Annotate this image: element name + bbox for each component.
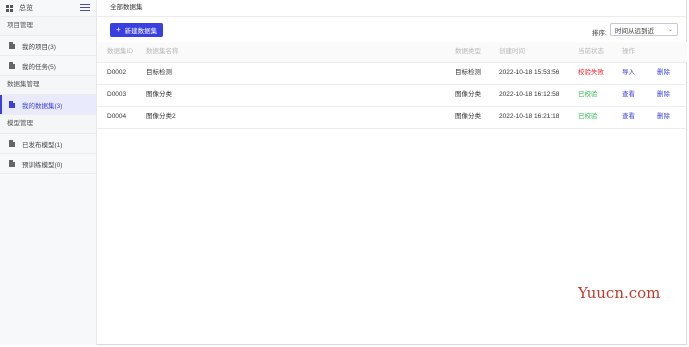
sidebar-section-title: 模型管理 [0, 115, 96, 134]
table-header: 数据集ID 数据集名称 数据类型 创建时间 当前状态 操作 [97, 42, 687, 63]
sort-label: 排序: [592, 30, 607, 37]
file-icon [9, 160, 15, 167]
sidebar-item-label: 我的任务(5) [22, 63, 56, 71]
sidebar-title: 总览 [19, 5, 33, 12]
status-badge: 校验失败 [578, 69, 604, 76]
cell-type: 图像分类 [455, 113, 481, 120]
header-time: 创建时间 [499, 48, 525, 55]
sidebar-section-title: 项目管理 [0, 17, 96, 36]
action-link-primary[interactable]: 查看 [622, 107, 635, 127]
sidebar-header[interactable]: 总览 [0, 0, 96, 17]
collapse-menu-icon[interactable] [80, 4, 90, 12]
header-name: 数据集名称 [146, 48, 179, 55]
sidebar-item[interactable]: 我的数据集(3) [0, 95, 96, 115]
header-actions: 操作 [622, 48, 635, 55]
file-icon [9, 62, 15, 69]
action-link-primary[interactable]: 查看 [622, 85, 635, 105]
delete-link[interactable]: 删除 [657, 107, 670, 127]
action-link-primary[interactable]: 导入 [622, 63, 635, 83]
file-icon [9, 101, 15, 108]
cell-name: 目标检测 [146, 69, 172, 76]
sidebar-item[interactable]: 预训练模型(0) [0, 154, 96, 174]
status-badge: 已校验 [578, 113, 598, 120]
cell-time: 2022-10-18 15:53:56 [499, 69, 560, 76]
sidebar-item[interactable]: 我的项目(3) [0, 36, 96, 56]
dataset-table: 数据集ID 数据集名称 数据类型 创建时间 当前状态 操作 D0002 目标检测 目… [97, 42, 687, 129]
delete-link[interactable]: 删除 [657, 63, 670, 83]
header-type: 数据类型 [455, 48, 481, 55]
sidebar-item-label: 已发布模型(1) [22, 141, 63, 149]
cell-time: 2022-10-18 16:21:18 [499, 113, 560, 120]
grid-icon [6, 4, 13, 12]
breadcrumb: 全部数据集 [97, 0, 687, 17]
cell-time: 2022-10-18 16:12:58 [499, 91, 560, 98]
cell-type: 图像分类 [455, 91, 481, 98]
table-row: D0004 图像分类2 图像分类 2022-10-18 16:21:18 已校验 查看 删除 [97, 107, 687, 129]
new-dataset-button[interactable]: + 新建数据集 [110, 23, 164, 37]
cell-id: D0002 [107, 69, 127, 76]
sidebar-item-label: 我的数据集(3) [22, 102, 63, 110]
sidebar-item[interactable]: 我的任务(5) [0, 56, 96, 76]
sort-select[interactable]: 时间从远到近 ⌄ [610, 23, 678, 36]
cell-id: D0003 [107, 91, 127, 98]
sidebar: 总览 项目管理我的项目(3) 我的任务(5) 数据集管理我的数据集(3) 模型管理已发… [0, 0, 97, 345]
plus-icon: + [116, 25, 121, 34]
new-dataset-label: 新建数据集 [124, 28, 158, 35]
chevron-down-icon: ⌄ [667, 27, 673, 33]
sidebar-item-label: 预训练模型(0) [22, 161, 63, 169]
header-id: 数据集ID [107, 48, 133, 55]
cell-name: 图像分类2 [146, 113, 176, 120]
table-row: D0002 目标检测 目标检测 2022-10-18 15:53:56 校验失败 导入 删除 [97, 63, 687, 85]
toolbar: + 新建数据集 排序: 时间从远到近 ⌄ [97, 17, 687, 43]
file-icon [9, 42, 15, 49]
status-badge: 已校验 [578, 91, 598, 98]
header-status: 当前状态 [578, 48, 604, 55]
table-row: D0003 图像分类 图像分类 2022-10-18 16:12:58 已校验 查看 删除 [97, 85, 687, 107]
cell-id: D0004 [107, 113, 127, 120]
watermark: Yuucn.com [578, 284, 661, 302]
file-icon [9, 140, 15, 147]
cell-name: 图像分类 [146, 91, 172, 98]
sort-select-value: 时间从远到近 [615, 27, 654, 35]
sidebar-item-label: 我的项目(3) [22, 43, 56, 51]
sidebar-item[interactable]: 已发布模型(1) [0, 134, 96, 154]
cell-type: 目标检测 [455, 69, 481, 76]
sidebar-section-title: 数据集管理 [0, 76, 96, 95]
delete-link[interactable]: 删除 [657, 85, 670, 105]
